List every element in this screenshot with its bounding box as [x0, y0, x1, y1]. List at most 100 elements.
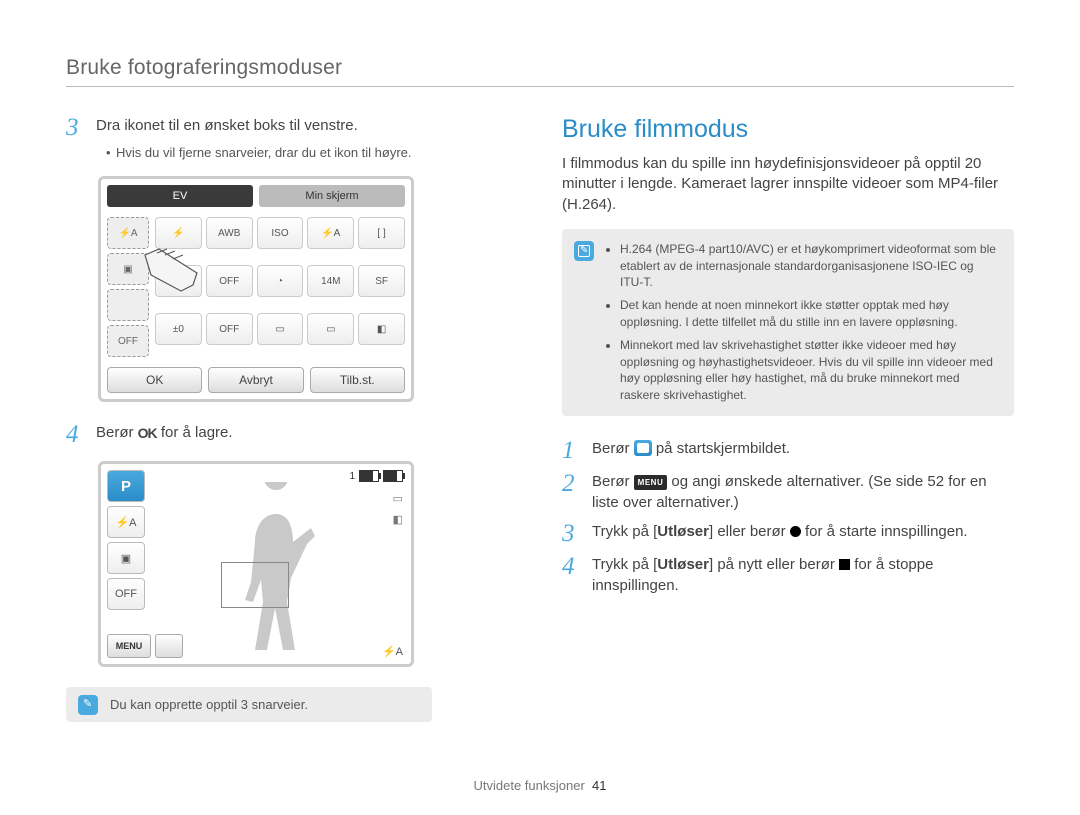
- right-step-1: 1 Berør på startskjermbildet.: [562, 438, 1014, 463]
- grid-icon[interactable]: ▭: [307, 313, 354, 345]
- s1-pre: Berør: [592, 440, 634, 457]
- note-icon: [574, 241, 594, 261]
- ok-glyph: OK: [138, 424, 157, 444]
- intro-paragraph: I filmmodus kan du spille inn høydefinis…: [562, 154, 1014, 215]
- grid-icon[interactable]: ISO: [257, 217, 304, 249]
- figure-shooting-preview: P ⚡A ▣ OFF MENU 1 ▭ ◧ ⚡A: [98, 461, 414, 667]
- fig1-body: ⚡A ▣ OFF ⚡ AWB ISO ⚡A [ ] ☺ OFF ◔ 14M SF: [101, 213, 411, 361]
- right-step-3: 3 Trykk på [Utløser] eller berør for å s…: [562, 521, 1014, 546]
- grid-icon[interactable]: OFF: [206, 265, 253, 297]
- shortcut-slot[interactable]: ⚡A: [107, 217, 149, 249]
- step-number: 2: [562, 471, 580, 496]
- left-shortcut-icons: P ⚡A ▣ OFF: [107, 470, 145, 610]
- step-body: Berør MENU og angi ønskede alternativer.…: [592, 471, 1014, 513]
- left-step-3: 3 Dra ikonet til en ønsket boks til vens…: [66, 115, 518, 162]
- footer-section: Utvidete funksjoner: [474, 778, 585, 793]
- page-footer: Utvidete funksjoner 41: [0, 778, 1080, 793]
- step-4-pre: Berør: [96, 424, 134, 441]
- step-number: 1: [562, 438, 580, 463]
- s3-pre: Trykk på [: [592, 523, 657, 540]
- note-item: H.264 (MPEG-4 part10/AVC) er et høykompr…: [620, 241, 1000, 291]
- step-number: 4: [66, 422, 84, 447]
- grid-icon[interactable]: ☺: [155, 265, 202, 297]
- note-panel-video: H.264 (MPEG-4 part10/AVC) er et høykompr…: [562, 229, 1014, 416]
- grid-icon[interactable]: OFF: [206, 313, 253, 345]
- grid-icon[interactable]: ◧: [358, 313, 405, 345]
- s1-post: på startskjermbildet.: [652, 440, 790, 457]
- mode-p-icon[interactable]: P: [107, 470, 145, 502]
- s2-pre: Berør: [592, 473, 634, 490]
- figure-shortcut-editor: EV Min skjerm ⚡A ▣ OFF ⚡ AWB ISO ⚡A [ ] …: [98, 176, 414, 402]
- grid-icon[interactable]: 14M: [307, 265, 354, 297]
- s3-mid: ] eller berør: [709, 523, 790, 540]
- menu-button[interactable]: MENU: [107, 634, 151, 658]
- fig1-tabs: EV Min skjerm: [101, 179, 411, 213]
- right-step-2: 2 Berør MENU og angi ønskede alternative…: [562, 471, 1014, 513]
- shortcut-slots: ⚡A ▣ OFF: [107, 217, 149, 357]
- fig1-buttons: OK Avbryt Tilb.st.: [101, 361, 411, 399]
- s4-mid: ] på nytt eller berør: [709, 556, 839, 573]
- shortcut-slot[interactable]: OFF: [107, 325, 149, 357]
- memory-icon: [359, 470, 379, 482]
- step-3-text: Dra ikonet til en ønsket boks til venstr…: [96, 117, 358, 134]
- grid-icon[interactable]: ◔: [257, 265, 304, 297]
- ok-button[interactable]: OK: [107, 367, 202, 393]
- video-mode-icon: [634, 440, 652, 456]
- step-4-post: for å lagre.: [161, 424, 233, 441]
- grid-icon[interactable]: ±0: [155, 313, 202, 345]
- note-shortcut-limit: Du kan opprette opptil 3 snarveier.: [66, 687, 432, 722]
- indicator-icon: ◧: [393, 513, 403, 526]
- grid-icon[interactable]: AWB: [206, 217, 253, 249]
- top-right-status: 1: [349, 470, 403, 482]
- grid-icon[interactable]: ⚡A: [307, 217, 354, 249]
- page-header: Bruke fotograferingsmoduser: [66, 56, 1014, 87]
- content-columns: 3 Dra ikonet til en ønsket boks til vens…: [66, 115, 1014, 722]
- record-icon: [790, 526, 801, 537]
- left-step-4: 4 Berør OK for å lagre.: [66, 422, 518, 447]
- step-body: Trykk på [Utløser] eller berør for å sta…: [592, 521, 1014, 542]
- thumbnail-button[interactable]: [155, 634, 183, 658]
- battery-icon: [383, 470, 403, 482]
- step-body: Berør OK for å lagre.: [96, 422, 518, 444]
- grid-icon[interactable]: SF: [358, 265, 405, 297]
- s4-bold: Utløser: [657, 556, 709, 573]
- focus-rectangle: [221, 562, 289, 608]
- flash-indicator: ⚡A: [382, 645, 403, 658]
- stop-icon: [839, 559, 850, 570]
- grid-icon[interactable]: ▭: [257, 313, 304, 345]
- reset-button[interactable]: Tilb.st.: [310, 367, 405, 393]
- tab-ev[interactable]: EV: [107, 185, 253, 207]
- shortcut-slot[interactable]: [107, 289, 149, 321]
- note-item: Minnekort med lav skrivehastighet støtte…: [620, 337, 1000, 404]
- section-heading: Bruke filmmodus: [562, 115, 1014, 144]
- step-body: Dra ikonet til en ønsket boks til venstr…: [96, 115, 518, 162]
- frame-icon[interactable]: ▣: [107, 542, 145, 574]
- flash-auto-icon[interactable]: ⚡A: [107, 506, 145, 538]
- note-item: Det kan hende at noen minnekort ikke stø…: [620, 297, 1000, 331]
- menu-chip-icon: MENU: [634, 475, 668, 490]
- icon-grid: ⚡ AWB ISO ⚡A [ ] ☺ OFF ◔ 14M SF ±0 OFF ▭…: [155, 217, 405, 357]
- tab-min-skjerm[interactable]: Min skjerm: [259, 185, 405, 207]
- shot-count: 1: [349, 471, 355, 482]
- note-icon: [78, 695, 98, 715]
- off-icon[interactable]: OFF: [107, 578, 145, 610]
- grid-icon[interactable]: ⚡: [155, 217, 202, 249]
- step-number: 3: [66, 115, 84, 140]
- step-3-bullet: Hvis du vil fjerne snarveier, drar du et…: [106, 144, 518, 162]
- s3-post: for å starte innspillingen.: [801, 523, 968, 540]
- step-number: 3: [562, 521, 580, 546]
- step-number: 4: [562, 554, 580, 579]
- grid-icon[interactable]: [ ]: [358, 217, 405, 249]
- left-column: 3 Dra ikonet til en ønsket boks til vens…: [66, 115, 518, 722]
- step-body: Trykk på [Utløser] på nytt eller berør f…: [592, 554, 1014, 596]
- indicator-icon: ▭: [393, 492, 403, 505]
- right-step-4: 4 Trykk på [Utløser] på nytt eller berør…: [562, 554, 1014, 596]
- right-column: Bruke filmmodus I filmmodus kan du spill…: [562, 115, 1014, 722]
- note-text: Du kan opprette opptil 3 snarveier.: [110, 697, 308, 712]
- page-number: 41: [592, 778, 606, 793]
- s3-bold: Utløser: [657, 523, 709, 540]
- cancel-button[interactable]: Avbryt: [208, 367, 303, 393]
- step-body: Berør på startskjermbildet.: [592, 438, 1014, 459]
- right-indicator-icons: ▭ ◧: [393, 492, 403, 526]
- shortcut-slot[interactable]: ▣: [107, 253, 149, 285]
